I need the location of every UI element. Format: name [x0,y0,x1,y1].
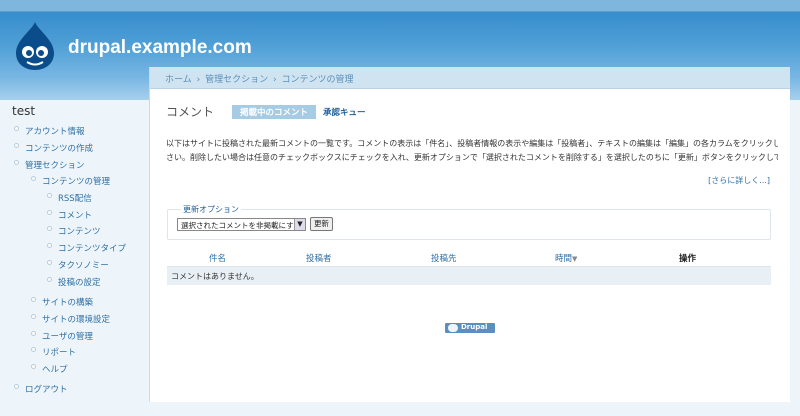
bullet-icon [31,176,36,181]
breadcrumb: ホーム › 管理セクション › コンテンツの管理 [150,67,790,89]
bullet-icon [31,297,36,302]
sidebar-item-label: コンテンツタイプ [58,244,127,254]
update-options-legend: 更新オプション [181,204,241,215]
sidebar-item-logout[interactable]: ログアウト [14,383,68,395]
sidebar-item-account[interactable]: アカウント情報 [14,125,85,137]
breadcrumb-separator: › [272,75,277,85]
bullet-icon [14,384,19,389]
breadcrumb-administer[interactable]: 管理セクション [205,75,268,85]
bullet-icon [47,277,52,282]
update-options-fieldset: 更新オプション 選択されたコメントを非掲載にする ▼ 更新 [167,204,771,240]
sidebar-item-post-settings[interactable]: 投稿の設定 [47,276,101,288]
update-options-selected-value: 選択されたコメントを非掲載にする [181,221,302,230]
bullet-icon [31,314,36,319]
column-header-subject[interactable]: 件名 [209,252,226,264]
column-header-operations: 操作 [679,254,697,264]
sidebar-item-label: ヘルプ [42,365,68,375]
breadcrumb-separator: › [196,75,201,85]
powered-by-drupal-badge[interactable]: Drupal [445,323,495,333]
sidebar-item-label: RSS配信 [58,194,92,204]
sidebar-item-rss[interactable]: RSS配信 [47,192,92,204]
breadcrumb-content-management[interactable]: コンテンツの管理 [281,75,353,85]
sidebar-item-label: サイトの構築 [42,298,94,308]
sidebar-item-administer[interactable]: 管理セクション [14,159,85,171]
site-name-link[interactable]: drupal.example.com [68,37,252,59]
sidebar-item-label: ログアウト [25,385,68,395]
description-line: さい。削除したい場合は任意のチェックボックスにチェックを入れ、更新オプションで「… [166,153,778,162]
bullet-icon [14,160,19,165]
sidebar-item-label: ユーザの管理 [42,332,93,342]
sidebar-item-content[interactable]: コンテンツ [47,225,101,237]
bullet-icon [47,226,52,231]
column-header-author[interactable]: 投稿者 [306,252,332,264]
tab-approval-queue[interactable]: 承認キュー [323,106,366,118]
sidebar-item-label: リポート [42,348,77,358]
bullet-icon [47,210,52,215]
page-title: コメント [166,105,215,119]
breadcrumb-home[interactable]: ホーム [165,75,192,85]
table-row-empty: コメントはありません。 [167,267,771,285]
sidebar-item-taxonomy[interactable]: タクソノミー [47,259,109,271]
update-options-select[interactable]: 選択されたコメントを非掲載にする ▼ [177,218,306,231]
bullet-icon [47,193,52,198]
help-description: 以下はサイトに投稿された最新コメントの一覧です。コメントの表示は「件名」、投稿者… [166,137,778,165]
sidebar-item-create-content[interactable]: コンテンツの作成 [14,142,94,154]
header-top-band [0,0,800,12]
drupal-drop-icon [448,324,458,332]
bullet-icon [14,126,19,131]
sidebar-item-help[interactable]: ヘルプ [31,363,68,375]
column-header-time-label: 時間 [555,254,573,264]
sidebar-item-label: 投稿の設定 [58,278,101,288]
sidebar-item-label: コメント [58,211,93,221]
sidebar-item-label: タクソノミー [58,261,109,271]
sidebar-title: test [12,104,36,118]
description-line: 以下はサイトに投稿された最新コメントの一覧です。コメントの表示は「件名」、投稿者… [166,139,778,148]
sidebar-item-site-configuration[interactable]: サイトの環境設定 [31,313,111,325]
sidebar-item-reports[interactable]: リポート [31,346,77,358]
sidebar-item-label: コンテンツの管理 [42,177,111,187]
bullet-icon [31,331,36,336]
sidebar-item-label: コンテンツの作成 [25,144,94,154]
bullet-icon [31,364,36,369]
update-button[interactable]: 更新 [310,217,333,231]
main-content: ホーム › 管理セクション › コンテンツの管理 コメント 掲載中のコメント 承… [149,67,790,402]
column-header-posted-in[interactable]: 投稿先 [431,252,457,264]
sidebar-item-label: サイトの環境設定 [42,315,111,325]
column-header-time[interactable]: 時間▼ [555,252,577,264]
sort-desc-icon: ▼ [572,255,578,263]
bullet-icon [14,143,19,148]
powered-by-label: Drupal [461,323,488,331]
bullet-icon [47,260,52,265]
bullet-icon [31,347,36,352]
sidebar-item-content-management[interactable]: コンテンツの管理 [31,175,111,187]
sidebar-item-label: コンテンツ [58,227,101,237]
sidebar-item-content-types[interactable]: コンテンツタイプ [47,242,127,254]
sidebar-item-label: アカウント情報 [25,127,85,137]
drupal-logo-icon[interactable] [14,20,56,72]
tab-published-comments[interactable]: 掲載中のコメント [232,105,317,119]
comments-table: 件名 投稿者 投稿先 時間▼ 操作 コメントはありません。 [167,247,771,285]
sidebar-item-label: 管理セクション [25,161,85,171]
sidebar-item-site-building[interactable]: サイトの構築 [31,296,94,308]
sidebar-item-user-management[interactable]: ユーザの管理 [31,330,93,342]
table-header-row: 件名 投稿者 投稿先 時間▼ 操作 [167,247,771,267]
sidebar-item-comments[interactable]: コメント [47,209,93,221]
more-help-link[interactable]: [さらに詳しく...] [708,175,770,186]
chevron-down-icon[interactable]: ▼ [294,219,305,230]
bullet-icon [47,243,52,248]
